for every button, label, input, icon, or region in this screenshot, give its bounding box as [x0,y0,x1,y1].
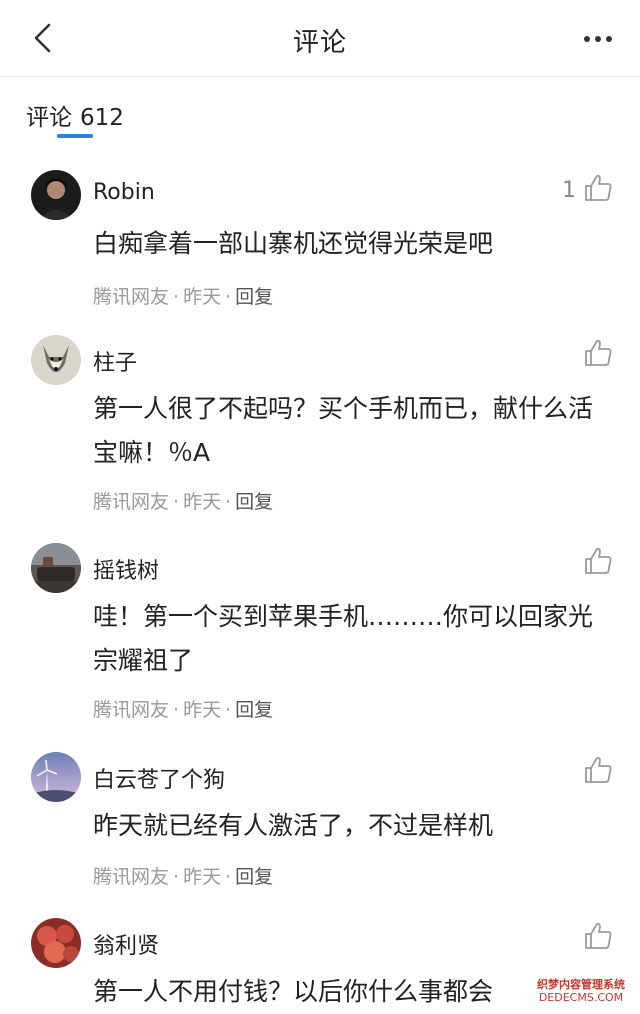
thumbs-up-icon [585,756,612,783]
reply-button[interactable]: 回复 [235,491,273,513]
comment-time: 昨天 [183,286,222,308]
watermark-line1: 织梦内容管理系统 [537,978,625,991]
comment-text: 哇！第一个买到苹果手机………你可以回家光宗耀祖了 [93,602,594,675]
username[interactable]: Robin [93,180,155,205]
like-count: 1 [562,178,576,203]
username[interactable]: 柱子 [93,345,137,377]
comment-meta: 腾讯网友 · 昨天 · 回复 [93,491,274,513]
username[interactable]: 白云苍了个狗 [93,762,225,794]
thumbs-up-icon [585,174,612,201]
avatar[interactable] [31,335,81,385]
comment-time: 昨天 [183,866,222,888]
comment-source: 腾讯网友 [93,699,170,721]
comment-time: 昨天 [183,699,222,721]
comment-item: Robin 1 白痴拿着一部山寨机还觉得光荣是吧 腾讯网友 · 昨天 · 回复 [0,170,640,320]
reply-button[interactable]: 回复 [235,286,273,308]
comment-text: 第一人很了不起吗？买个手机而已，献什么活宝嘛！％A [93,394,594,467]
reply-button[interactable]: 回复 [235,699,273,721]
reply-button[interactable]: 回复 [235,866,273,888]
thumbs-up-icon [585,922,612,949]
avatar[interactable] [31,752,81,802]
watermark-line2: DEDECMS.COM [538,991,624,1004]
comment-meta: 腾讯网友 · 昨天 · 回复 [93,699,274,721]
tab-underline [57,134,93,138]
like-button[interactable] [582,337,614,369]
comment-time: 昨天 [183,491,222,513]
username[interactable]: 翁利贤 [93,928,159,960]
more-options-button[interactable] [578,22,618,56]
comment-meta: 腾讯网友 · 昨天 · 回复 [93,866,274,888]
comments-count-tab[interactable]: 评论 612 [26,98,124,132]
comment-item: 白云苍了个狗 昨天就已经有人激活了，不过是样机 腾讯网友 · 昨天 · 回复 [0,752,640,902]
comment-item: 柱子 第一人很了不起吗？买个手机而已，献什么活宝嘛！％A 腾讯网友 · 昨天 · 回复 [0,335,640,525]
comment-source: 腾讯网友 [93,286,170,308]
comment-text: 第一人不用付钱？以后你什么事都会 [93,977,494,1006]
comment-meta: 腾讯网友 · 昨天 · 回复 [93,286,274,308]
like-button[interactable] [582,920,614,952]
comment-source: 腾讯网友 [93,491,170,513]
username[interactable]: 摇钱树 [93,553,159,585]
thumbs-up-icon [585,547,612,574]
watermark-logo: 织梦内容管理系统 DEDECMS.COM [526,978,636,1004]
top-bar: 评论 [0,0,640,77]
like-button[interactable] [582,545,614,577]
avatar[interactable] [31,918,81,968]
comments-label: 评论 [26,105,72,131]
more-dots-icon [584,36,590,42]
avatar[interactable] [31,543,81,593]
comment-source: 腾讯网友 [93,866,170,888]
comment-text: 白痴拿着一部山寨机还觉得光荣是吧 [93,229,494,258]
page-title: 评论 [292,28,347,58]
comment-text: 昨天就已经有人激活了，不过是样机 [93,811,494,840]
avatar[interactable] [31,170,81,220]
like-button[interactable] [582,172,614,204]
like-button[interactable] [582,754,614,786]
comments-count: 612 [80,105,124,131]
thumbs-up-icon [585,339,612,366]
comment-item: 摇钱树 哇！第一个买到苹果手机………你可以回家光宗耀祖了 腾讯网友 · 昨天 · 回复 [0,543,640,733]
